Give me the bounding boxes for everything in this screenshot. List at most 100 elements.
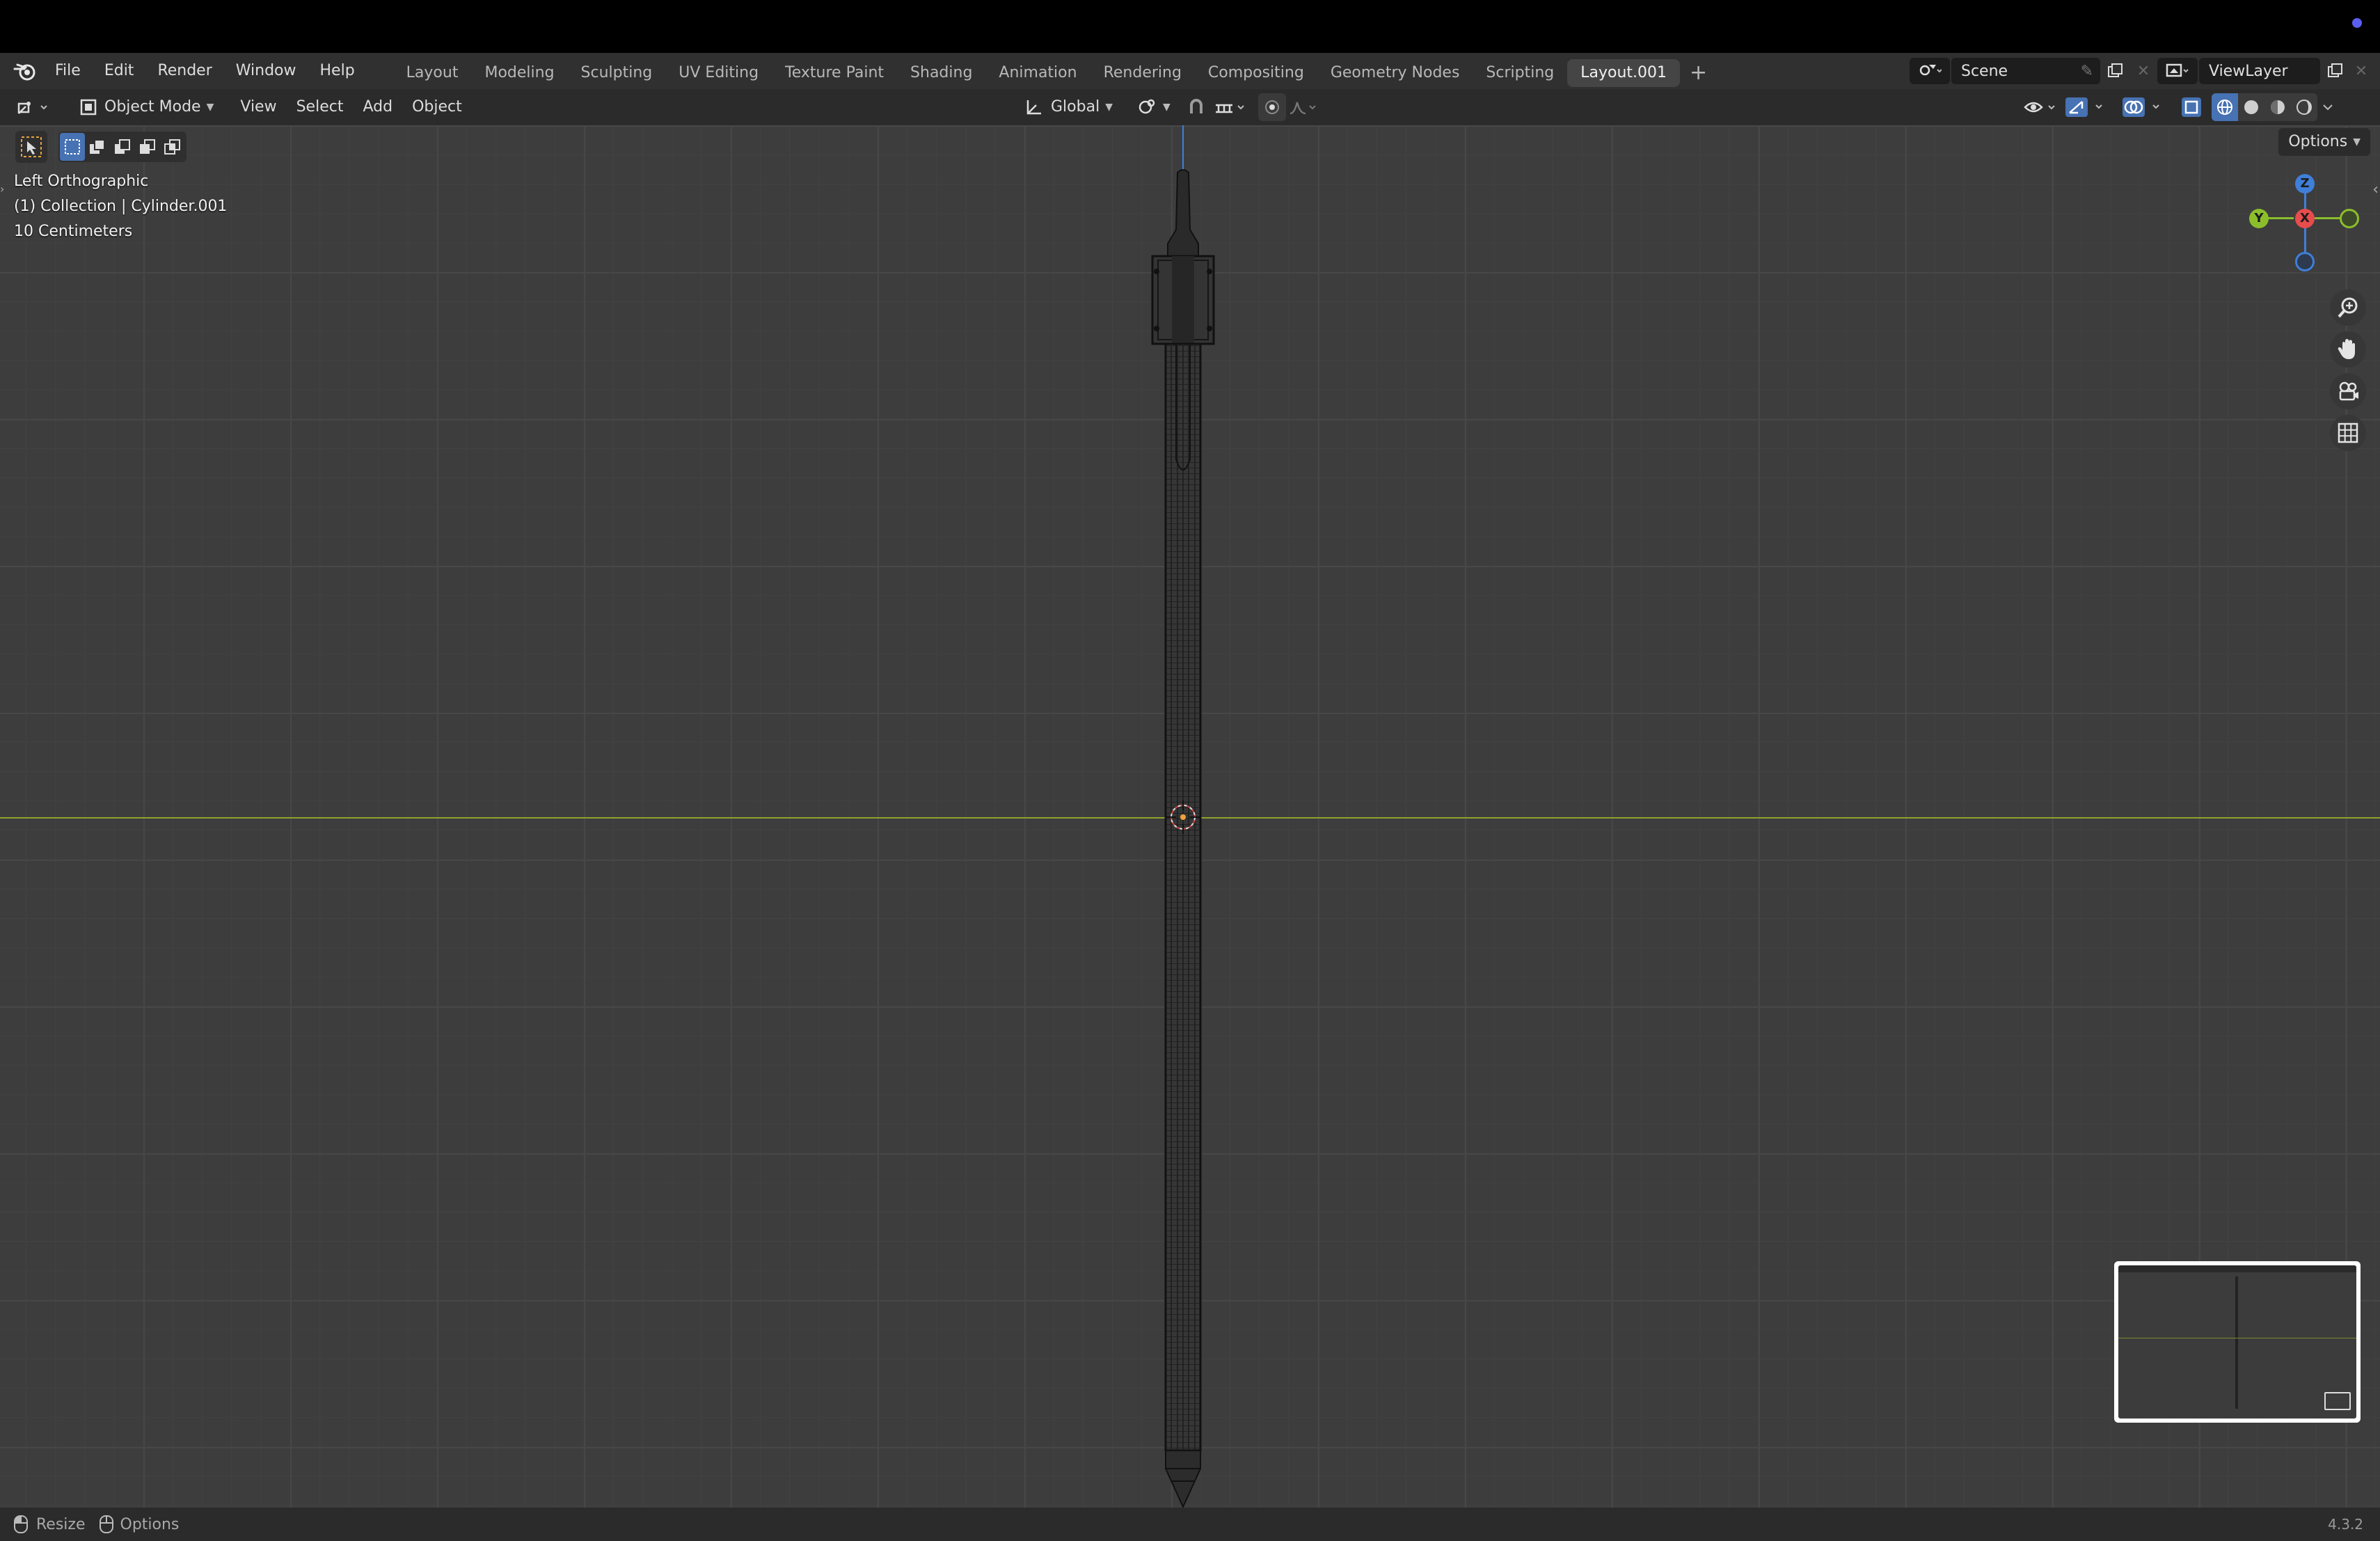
select-box-tool-icon[interactable] [15,131,47,163]
menu-window[interactable]: Window [224,53,308,89]
overlay-icon[interactable] [2120,93,2170,121]
tab-modeling[interactable]: Modeling [471,59,567,87]
gizmo-z-axis[interactable]: Z [2295,174,2315,193]
version-label: 4.3.2 [2328,1516,2363,1533]
orientation-label: Global [1051,98,1100,116]
menu-object[interactable]: Object [402,93,472,121]
tab-geometry-nodes[interactable]: Geometry Nodes [1317,59,1473,87]
toolbar-expand-arrow[interactable]: › [0,182,4,196]
menu-edit[interactable]: Edit [93,53,146,89]
menu-select[interactable]: Select [287,93,354,121]
snap-target-icon[interactable] [1211,93,1250,121]
pivot-point-selector[interactable]: ▼ [1131,93,1176,121]
sidebar-expand-arrow[interactable]: ‹ [2372,181,2379,198]
mouse-left-icon [14,1515,28,1533]
viewport-display-tools [2021,93,2338,121]
blender-logo-icon[interactable] [7,53,43,89]
tab-shading[interactable]: Shading [897,59,985,87]
mode-selector[interactable]: Object Mode ▼ [70,93,224,121]
status-bar: Resize Options 4.3.2 [0,1508,2380,1541]
shading-material-icon[interactable] [2264,93,2291,121]
3d-cursor[interactable] [1164,798,1203,837]
tab-rendering[interactable]: Rendering [1090,59,1195,87]
gizmo-x-axis[interactable]: X [2295,209,2315,228]
view-layer-browse-button[interactable] [2157,58,2198,84]
screen-top-strip [0,0,2380,53]
status-resize-label: Resize [36,1515,86,1533]
shading-solid-icon[interactable] [2238,93,2264,121]
screen-share-thumbnail[interactable] [2114,1261,2361,1423]
close-view-layer-icon[interactable]: ✕ [2351,58,2372,84]
status-options-hint: Options [98,1514,179,1535]
shading-wireframe-icon[interactable] [2212,93,2238,121]
tab-uv-editing[interactable]: UV Editing [665,59,772,87]
shading-options-icon[interactable] [2317,93,2338,121]
thumbnail-mini-frame [2324,1392,2351,1410]
mode-subtract-icon[interactable] [110,133,135,161]
transform-tools: Global ▼ ▼ [1017,93,1321,121]
tab-layout-001[interactable]: Layout.001 [1567,59,1681,87]
3d-viewport[interactable]: Left Orthographic (1) Collection | Cylin… [0,125,2380,1510]
close-icon[interactable]: ✕ [2131,58,2156,84]
gizmo-icon[interactable] [2063,93,2113,121]
menu-help[interactable]: Help [308,53,367,89]
gizmo-y-axis[interactable]: Y [2249,209,2269,228]
add-workspace-button[interactable]: + [1680,61,1717,85]
mode-difference-icon[interactable] [135,133,160,161]
shading-rendered-icon[interactable] [2291,93,2317,121]
main-menu: File Edit Render Window Help [43,53,367,89]
menu-file[interactable]: File [43,53,93,89]
selection-modes [58,132,187,162]
mode-extend-icon[interactable] [85,133,110,161]
tab-sculpting[interactable]: Sculpting [568,59,666,87]
menu-add[interactable]: Add [353,93,402,121]
tab-texture-paint[interactable]: Texture Paint [772,59,897,87]
view-layer-name-field[interactable]: ViewLayer [2199,58,2320,84]
tab-scripting[interactable]: Scripting [1473,59,1567,87]
camera-icon[interactable] [2330,373,2366,409]
navigation-gizmo[interactable]: Z Y X [2249,174,2361,285]
scene-name-field[interactable]: Scene ✎ [1951,58,2100,84]
snap-toggle-icon[interactable] [1182,93,1211,121]
select-tool-group [15,131,187,163]
workspace-tabs: Layout Modeling Sculpting UV Editing Tex… [393,55,1717,87]
mode-set-icon[interactable] [60,133,85,161]
proportional-edit-icon[interactable] [1258,93,1286,121]
scene-icon [1919,65,1942,76]
tab-animation[interactable]: Animation [985,59,1090,87]
scene-name: Scene [1961,62,2008,80]
scale-info-label: 10 Centimeters [14,223,133,240]
scene-browse-button[interactable] [1910,58,1950,84]
hand-icon[interactable] [2330,331,2366,368]
tab-compositing[interactable]: Compositing [1195,59,1317,87]
tab-layout[interactable]: Layout [393,59,472,87]
options-dropdown[interactable]: Options ▼ [2278,128,2370,156]
grid-icon[interactable] [2330,415,2366,451]
xray-icon[interactable] [2177,93,2206,121]
new-scene-icon[interactable] [2100,58,2131,84]
orientation-selector[interactable]: Global ▼ [1017,93,1120,121]
gizmo-neg-y-axis[interactable] [2340,209,2359,228]
cylinder-wireframe-object[interactable] [1141,167,1225,1510]
viewport-header: Object Mode ▼ View Select Add Object Glo… [0,89,2380,125]
status-resize-hint: Resize [13,1514,86,1535]
gizmo-neg-z-axis[interactable] [2295,252,2315,271]
new-view-layer-icon[interactable] [2320,58,2351,84]
header-menus: View Select Add Object [230,93,471,121]
proportional-falloff-icon[interactable] [1286,93,1321,121]
visibility-icon[interactable] [2021,93,2063,121]
mode-intersect-icon[interactable] [160,133,185,161]
menu-render[interactable]: Render [145,53,223,89]
chevron-down-icon: ▼ [206,102,214,113]
zoom-icon[interactable] [2330,290,2366,326]
chevron-down-icon: ▼ [1162,102,1171,113]
pivot-icon [1139,99,1155,114]
pin-icon[interactable]: ✎ [2081,63,2093,80]
thumbnail-object [2235,1277,2238,1409]
gizmo-z-neg-stem [2304,227,2306,255]
mouse-right-icon [99,1515,113,1533]
transform-orientation-icon [1026,100,1041,115]
snap-group [1182,93,1250,121]
menu-view[interactable]: View [230,93,286,121]
editor-type-icon[interactable] [11,93,57,121]
